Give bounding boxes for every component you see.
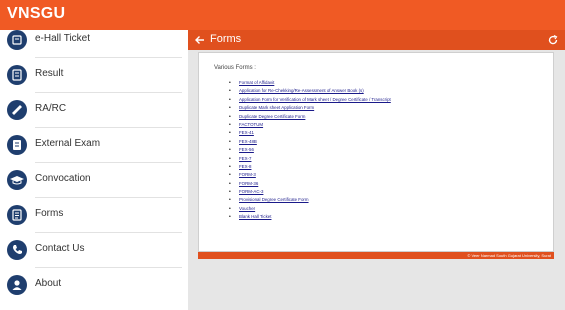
forms-list: Format of Affidavit Application for Re-C… (229, 79, 391, 222)
graduation-cap-icon (7, 170, 27, 190)
form-link[interactable]: Voucher (229, 205, 391, 214)
form-link[interactable]: Duplicate Mark sheet Application Form (229, 104, 391, 113)
form-link[interactable]: FEX-56 (229, 146, 391, 155)
hall-ticket-icon (7, 30, 27, 50)
sidebar-item-contact-us[interactable]: Contact Us (0, 233, 188, 268)
form-link[interactable]: Format of Affidavit (229, 79, 391, 88)
form-link[interactable]: Duplicate Degree Certificate Form (229, 113, 391, 122)
sidebar-item-ra-rc[interactable]: RA/RC (0, 93, 188, 128)
copyright-text: © Veer Narmad South Gujarat University, … (467, 253, 551, 258)
sidebar-item-forms[interactable]: Forms (0, 198, 188, 233)
form-link[interactable]: Provisional Degree Certificate Form (229, 196, 391, 205)
phone-icon (7, 240, 27, 260)
sidebar-item-label: e-Hall Ticket (35, 33, 91, 44)
sidebar-item-about[interactable]: About (0, 268, 188, 303)
forms-intro: Various Forms : (214, 65, 256, 71)
main-panel: Forms Various Forms : Format of Affidavi… (188, 30, 565, 310)
user-icon (7, 275, 27, 295)
form-link[interactable]: Application for Re-Chekking/Re-Assessmen… (229, 87, 391, 96)
result-icon (7, 65, 27, 85)
form-link[interactable]: FEX-8 (229, 163, 391, 172)
form-link[interactable]: Application Form for Verification of Mar… (229, 96, 391, 105)
sidebar-item-label: Result (35, 68, 64, 79)
form-link[interactable]: FEX-41 (229, 129, 391, 138)
sidebar-item-convocation[interactable]: Convocation (0, 163, 188, 198)
form-link[interactable]: FEX-48B (229, 138, 391, 147)
form-link[interactable]: FACTOTUM (229, 121, 391, 130)
toolbar: Forms (188, 30, 565, 50)
back-arrow-icon[interactable] (194, 33, 206, 47)
app-title: VNSGU (7, 5, 66, 22)
sidebar: e-Hall Ticket Result RA/RC External Exam… (0, 30, 188, 310)
sidebar-item-label: Forms (35, 208, 64, 219)
sidebar-item-label: About (35, 278, 62, 289)
form-link[interactable]: FORM-AC-3 (229, 188, 391, 197)
form-link[interactable]: FORM-3 (229, 171, 391, 180)
external-exam-icon (7, 135, 27, 155)
sidebar-item-label: Contact Us (35, 243, 85, 254)
ra-rc-icon (7, 100, 27, 120)
page-title: Forms (210, 33, 242, 45)
sidebar-item-e-hall-ticket[interactable]: e-Hall Ticket (0, 30, 188, 58)
sidebar-item-label: External Exam (35, 138, 101, 149)
form-link[interactable]: FORM-36 (229, 180, 391, 189)
form-link[interactable]: Blank Hall Ticket (229, 213, 391, 222)
refresh-icon[interactable] (547, 33, 559, 47)
sidebar-item-label: Convocation (35, 173, 91, 184)
form-link[interactable]: FEX-7 (229, 155, 391, 164)
sidebar-item-result[interactable]: Result (0, 58, 188, 93)
footer-bar: © Veer Narmad South Gujarat University, … (198, 252, 554, 259)
forms-icon (7, 205, 27, 225)
forms-content: Various Forms : Format of Affidavit Appl… (198, 52, 554, 252)
sidebar-item-label: RA/RC (35, 103, 67, 114)
sidebar-item-external-exam[interactable]: External Exam (0, 128, 188, 163)
app-bar: VNSGU (0, 0, 565, 30)
